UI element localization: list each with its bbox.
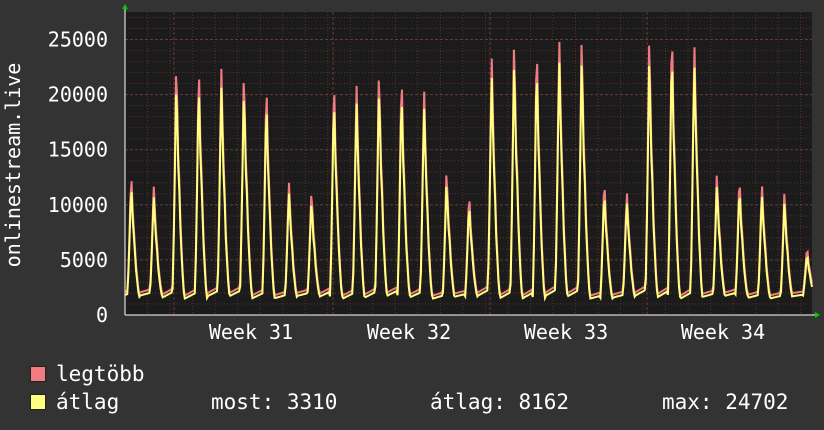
y-tick-label: 5000 <box>60 248 108 272</box>
legend-label-avg: átlag <box>56 390 120 414</box>
stat-average: átlag: 8162 <box>430 390 570 414</box>
y-tick-label: 0 <box>96 303 108 327</box>
legend-label-max: legtöbb <box>56 362 145 386</box>
x-tick-label: Week 32 <box>367 320 451 344</box>
y-tick-label: 10000 <box>48 193 108 217</box>
x-tick-label: Week 31 <box>209 320 293 344</box>
stat-now: most: 3310 <box>211 390 338 414</box>
x-tick-label: Week 34 <box>681 320 765 344</box>
y-tick-label: 15000 <box>48 138 108 162</box>
legend-item-avg: átlag <box>30 389 119 415</box>
legend-swatch-avg <box>30 394 46 410</box>
y-axis-arrow <box>122 4 128 9</box>
chart-root: 0 5000 10000 15000 20000 25000 Week 31 Week 32 W… <box>0 0 824 430</box>
x-tick-label: Week 33 <box>524 320 608 344</box>
x-axis-arrow <box>815 312 820 318</box>
y-tick-label: 20000 <box>48 83 108 107</box>
legend-item-max: legtöbb <box>30 361 145 387</box>
stat-maximum: max: 24702 <box>662 390 789 414</box>
legend-swatch-max <box>30 366 46 382</box>
y-tick-label: 25000 <box>48 28 108 52</box>
y-axis-label: onlinestream.live <box>1 63 25 268</box>
